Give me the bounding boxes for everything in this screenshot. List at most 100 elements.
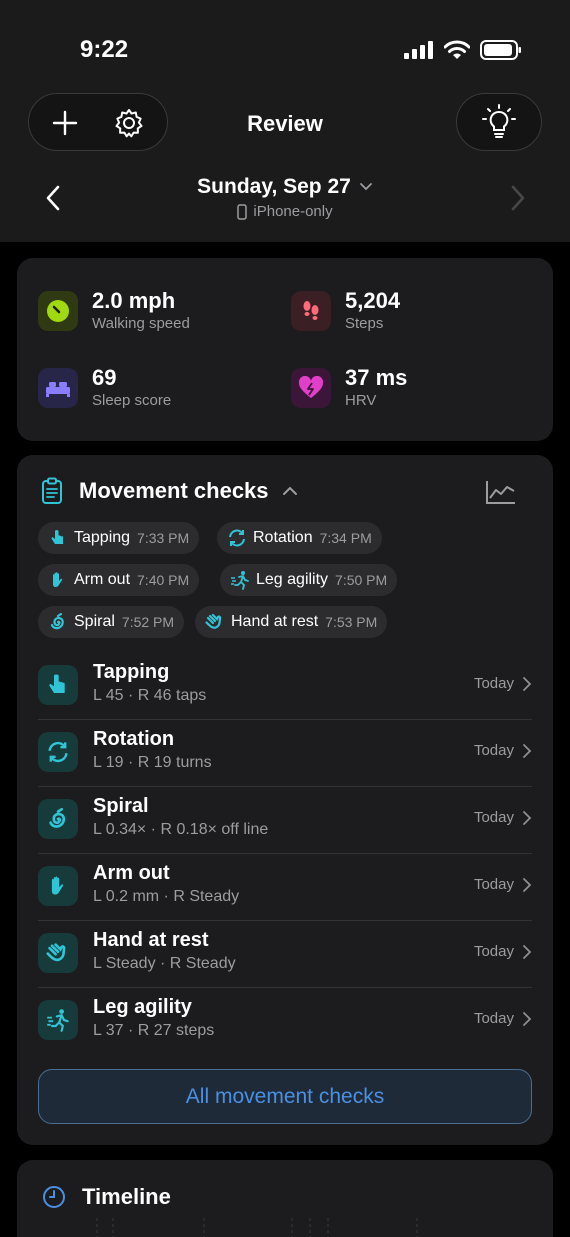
timeline-header[interactable]: Timeline: [42, 1184, 171, 1210]
spiral-icon: [38, 799, 78, 839]
line-chart-icon: [486, 481, 515, 504]
all-movement-checks-button[interactable]: All movement checks: [38, 1069, 532, 1124]
chip-label: Hand at rest: [231, 613, 319, 630]
row-subtitle: L 45 · R 46 taps: [93, 687, 207, 704]
list-item-tapping[interactable]: Tapping L 45 · R 46 taps Today: [38, 653, 532, 720]
row-title: Arm out: [93, 862, 170, 884]
row-subtitle: L Steady · R Steady: [93, 955, 236, 972]
chip-tapping[interactable]: Tapping 7:33 PM: [38, 522, 200, 554]
row-date: Today: [473, 1010, 514, 1027]
chip-time: 7:40 PM: [137, 572, 190, 588]
timeline-card: Timeline: [17, 1160, 553, 1237]
chip-time: 7:33 PM: [137, 530, 190, 546]
movement-checks-card: Movement checks Tapping 7:33 PM Rotation…: [17, 455, 553, 1145]
chevron-right-icon: [523, 743, 532, 758]
chevron-right-icon: [523, 1011, 532, 1026]
chevron-right-icon: [523, 676, 532, 691]
rotate-icon: [38, 732, 78, 772]
movement-checks-header[interactable]: Movement checks: [41, 477, 299, 505]
cellular-signal-icon: [404, 41, 433, 59]
chip-time: 7:53 PM: [325, 614, 378, 630]
list-item-arm-out[interactable]: Arm out L 0.2 mm · R Steady Today: [38, 854, 532, 921]
chip-time: 7:34 PM: [319, 530, 372, 546]
chip-time: 7:52 PM: [121, 614, 175, 630]
row-date: Today: [473, 943, 514, 960]
metric-sleep-score[interactable]: 69 Sleep score: [38, 365, 171, 411]
wifi-icon: [444, 40, 470, 59]
list-item-spiral[interactable]: Spiral L 0.34× · R 0.18× off line Today: [38, 787, 532, 854]
chevron-right-icon: [523, 877, 532, 892]
chip-time: 7:50 PM: [335, 572, 388, 588]
next-day-button[interactable]: [506, 183, 530, 213]
section-title: Timeline: [82, 1184, 171, 1209]
date-selector[interactable]: Sunday, Sep 27 iPhone-only: [0, 175, 570, 225]
metric-label: Sleep score: [92, 392, 172, 409]
waving-hand-icon: [38, 933, 78, 973]
phone-icon: [237, 203, 248, 220]
chip-label: Arm out: [74, 571, 131, 588]
row-subtitle: L 19 · R 19 turns: [93, 754, 212, 771]
chevron-down-icon: [359, 183, 372, 191]
row-title: Leg agility: [93, 996, 192, 1018]
list-item-leg-agility[interactable]: Leg agility L 37 · R 27 steps Today: [38, 988, 532, 1055]
row-date: Today: [473, 742, 514, 759]
tap-hand-icon: [48, 528, 68, 548]
row-subtitle: L 0.34× · R 0.18× off line: [93, 821, 269, 838]
metric-walking-speed[interactable]: 2.0 mph Walking speed: [38, 288, 190, 334]
chevron-right-icon: [523, 810, 532, 825]
bed-icon: [38, 368, 78, 408]
spiral-icon: [48, 612, 68, 632]
metric-hrv[interactable]: 37 ms HRV: [291, 365, 407, 411]
raised-hand-icon: [48, 570, 68, 590]
clipboard-icon: [42, 477, 62, 504]
waving-hand-icon: [205, 612, 225, 632]
chip-hand-at-rest[interactable]: Hand at rest 7:53 PM: [195, 606, 388, 638]
metric-steps[interactable]: 5,204 Steps: [291, 288, 400, 334]
footprints-icon: [291, 291, 331, 331]
timeline-gridlines: [96, 1218, 418, 1237]
metric-value: 2.0 mph: [92, 288, 176, 313]
section-title: Movement checks: [79, 478, 269, 503]
metric-value: 69: [92, 365, 117, 390]
metric-label: Steps: [345, 315, 384, 332]
list-item-hand-at-rest[interactable]: Hand at rest L Steady · R Steady Today: [38, 921, 532, 988]
chip-label: Spiral: [74, 613, 115, 630]
chip-spiral[interactable]: Spiral 7:52 PM: [38, 606, 185, 638]
metric-value: 37 ms: [345, 365, 408, 390]
running-figure-icon: [38, 1000, 78, 1040]
insights-button[interactable]: [456, 93, 542, 151]
rotate-icon: [227, 528, 247, 548]
raised-hand-icon: [38, 866, 78, 906]
row-title: Rotation: [93, 728, 175, 750]
date-label: Sunday, Sep 27: [197, 175, 351, 198]
chevron-right-icon: [523, 944, 532, 959]
clock-icon: [43, 1186, 65, 1208]
chip-label: Rotation: [253, 529, 313, 546]
row-title: Spiral: [93, 795, 149, 817]
status-time: 9:22: [80, 36, 129, 63]
running-figure-icon: [230, 570, 250, 590]
chip-label: Leg agility: [256, 571, 329, 588]
chip-rotation[interactable]: Rotation 7:34 PM: [217, 522, 382, 554]
walking-speed-icon: [38, 291, 78, 331]
row-subtitle: L 0.2 mm · R Steady: [93, 888, 240, 905]
list-item-rotation[interactable]: Rotation L 19 · R 19 turns Today: [38, 720, 532, 787]
row-title: Hand at rest: [93, 929, 209, 951]
chip-leg-agility[interactable]: Leg agility 7:50 PM: [220, 564, 398, 596]
chip-arm-out[interactable]: Arm out 7:40 PM: [38, 564, 200, 596]
metric-label: Walking speed: [92, 315, 190, 332]
tap-hand-icon: [38, 665, 78, 705]
row-title: Tapping: [93, 661, 170, 683]
chevron-up-icon: [282, 486, 297, 495]
trend-chart-button[interactable]: [485, 479, 517, 510]
metrics-card: 2.0 mph Walking speed 5,204 Steps 69 Sle…: [17, 258, 553, 441]
battery-icon: [480, 40, 521, 60]
row-date: Today: [473, 809, 514, 826]
row-date: Today: [473, 876, 514, 893]
row-date: Today: [473, 675, 514, 692]
lightbulb-icon: [482, 104, 516, 138]
metric-label: HRV: [345, 392, 377, 409]
metric-value: 5,204: [345, 288, 401, 313]
data-source-label: iPhone-only: [253, 203, 333, 220]
chevron-right-icon: [511, 185, 525, 211]
